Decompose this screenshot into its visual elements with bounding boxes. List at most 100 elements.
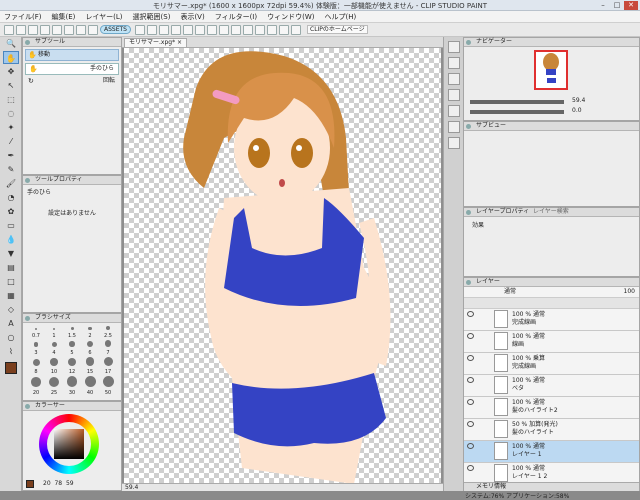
visibility-icon[interactable] <box>467 377 474 383</box>
operation-tool-icon[interactable]: ↖ <box>3 79 19 92</box>
history-dock-icon[interactable] <box>448 121 460 133</box>
brush-size-option[interactable]: 25 <box>45 376 63 396</box>
visibility-icon[interactable] <box>467 399 474 405</box>
blend-mode-select[interactable]: 通常 100 <box>464 287 639 297</box>
panel-menu-icon[interactable] <box>466 210 471 215</box>
menu-edit[interactable]: 編集(E) <box>52 12 76 22</box>
menu-layer[interactable]: レイヤー(L) <box>85 12 122 22</box>
airbrush-icon[interactable]: ◔ <box>3 191 19 204</box>
decoration-tool-icon[interactable]: ✿ <box>3 205 19 218</box>
brush-size-option[interactable]: 6 <box>81 340 99 356</box>
maximize-button[interactable]: □ <box>610 1 624 10</box>
close-tab-icon[interactable]: × <box>177 39 182 46</box>
brush-size-option[interactable]: 20 <box>27 376 45 396</box>
panel-menu-icon[interactable] <box>25 316 30 321</box>
blend-tool-icon[interactable]: 💧 <box>3 233 19 246</box>
save-icon[interactable] <box>28 24 38 35</box>
opacity-value[interactable]: 100 <box>624 287 635 297</box>
assets-button[interactable]: ASSETS <box>100 25 131 34</box>
brush-size-option[interactable]: 8 <box>27 358 45 375</box>
fill-tool-icon[interactable]: ▼ <box>3 247 19 260</box>
subview-dock-icon[interactable] <box>448 57 460 69</box>
brush-size-option[interactable]: 12 <box>63 357 81 375</box>
minimize-button[interactable]: – <box>596 1 610 10</box>
tab-layer-search[interactable]: レイヤー検索 <box>533 208 569 215</box>
layer-row[interactable]: 50 % 加算(発光) 髪のハイライト <box>464 419 639 441</box>
brush-size-option[interactable]: 40 <box>81 375 99 396</box>
crop-icon[interactable] <box>195 24 205 35</box>
flip-icon[interactable] <box>267 24 277 35</box>
menu-selection[interactable]: 選択範囲(S) <box>133 12 171 22</box>
settings-icon[interactable] <box>291 24 301 35</box>
zoom-tool-icon[interactable]: 🔍 <box>3 37 19 50</box>
ruler-tool-icon[interactable]: ◇ <box>3 303 19 316</box>
auto-action-dock-icon[interactable] <box>448 137 460 149</box>
canvas[interactable] <box>124 48 441 484</box>
layer-row[interactable]: 100 % 通常 ベタ <box>464 375 639 397</box>
visibility-icon[interactable] <box>467 311 474 317</box>
layer-row[interactable]: 100 % 乗算 完成線画 <box>464 353 639 375</box>
menu-file[interactable]: ファイル(F) <box>4 12 42 22</box>
close-button[interactable]: ✕ <box>624 1 638 10</box>
snap-special-icon[interactable] <box>159 24 169 35</box>
visibility-icon[interactable] <box>467 333 474 339</box>
eyedropper-icon[interactable]: ⁄ <box>3 135 19 148</box>
pencil-tool-icon[interactable]: ✎ <box>3 163 19 176</box>
material-dock-icon[interactable] <box>448 73 460 85</box>
subtool-item-rotate[interactable]: ↻ 回転 <box>25 76 119 88</box>
navigator-preview[interactable] <box>534 50 568 90</box>
brush-size-option[interactable]: 2.5 <box>99 325 117 339</box>
clip-homepage-link[interactable]: CLIPのホームページ <box>307 25 368 34</box>
undo-icon[interactable] <box>40 24 50 35</box>
panel-menu-icon[interactable] <box>466 124 471 129</box>
menu-filter[interactable]: フィルター(I) <box>215 12 257 22</box>
brush-size-option[interactable]: 0.7 <box>27 327 45 339</box>
balloon-tool-icon[interactable]: ○ <box>3 331 19 344</box>
visibility-icon[interactable] <box>467 355 474 361</box>
layer-row[interactable]: 100 % 通常 髪のハイライト2 <box>464 397 639 419</box>
brush-size-option[interactable]: 1.5 <box>63 326 81 339</box>
menu-help[interactable]: ヘルプ(H) <box>325 12 357 22</box>
display-mode-icon[interactable] <box>279 24 289 35</box>
figure-tool-icon[interactable]: □ <box>3 275 19 288</box>
brush-size-option[interactable]: 2 <box>81 326 99 339</box>
brush-size-option[interactable]: 17 <box>99 356 117 375</box>
snap-grid-icon[interactable] <box>147 24 157 35</box>
layer-row[interactable]: 100 % 通常 完成線画 <box>464 309 639 331</box>
transform-icon[interactable] <box>88 24 98 35</box>
magic-wand-icon[interactable]: ✦ <box>3 121 19 134</box>
fit-window-icon[interactable] <box>231 24 241 35</box>
deselect-icon[interactable] <box>171 24 181 35</box>
color-swatch-main[interactable] <box>26 480 34 488</box>
text-tool-icon[interactable]: A <box>3 317 19 330</box>
panel-menu-icon[interactable] <box>25 178 30 183</box>
layer-row[interactable]: 100 % 通常 レイヤー 1 <box>464 441 639 463</box>
panel-menu-icon[interactable] <box>466 280 471 285</box>
gradient-tool-icon[interactable]: ▤ <box>3 261 19 274</box>
eraser-tool-icon[interactable]: ▭ <box>3 219 19 232</box>
open-file-icon[interactable] <box>16 24 26 35</box>
ruler-icon[interactable] <box>219 24 229 35</box>
subtool-item-hand[interactable]: ✋ 手のひら <box>25 63 119 75</box>
brush-tool-icon[interactable]: 🖌 <box>3 177 19 190</box>
lasso-tool-icon[interactable]: ◌ <box>3 107 19 120</box>
rotate-slider[interactable] <box>470 110 564 114</box>
brush-size-option[interactable]: 5 <box>63 340 81 356</box>
correct-line-icon[interactable]: ⌇ <box>3 345 19 358</box>
redo-icon[interactable] <box>52 24 62 35</box>
selection-tool-icon[interactable]: ⬚ <box>3 93 19 106</box>
layer-dock-icon[interactable] <box>448 105 460 117</box>
invert-selection-icon[interactable] <box>183 24 193 35</box>
pen-tool-icon[interactable]: ✒ <box>3 149 19 162</box>
menu-view[interactable]: 表示(V) <box>180 12 204 22</box>
visibility-icon[interactable] <box>467 443 474 449</box>
layer-property-dock-icon[interactable] <box>448 89 460 101</box>
visibility-icon[interactable] <box>467 421 474 427</box>
new-file-icon[interactable] <box>4 24 14 35</box>
subtool-group-tab[interactable]: ✋ 移動 <box>25 49 119 61</box>
zoom-icon[interactable] <box>243 24 253 35</box>
panel-menu-icon[interactable] <box>25 40 30 45</box>
fill-icon[interactable] <box>76 24 86 35</box>
selection-launcher-icon[interactable] <box>207 24 217 35</box>
document-tab[interactable]: モリサマー.xpg* × <box>124 38 188 48</box>
